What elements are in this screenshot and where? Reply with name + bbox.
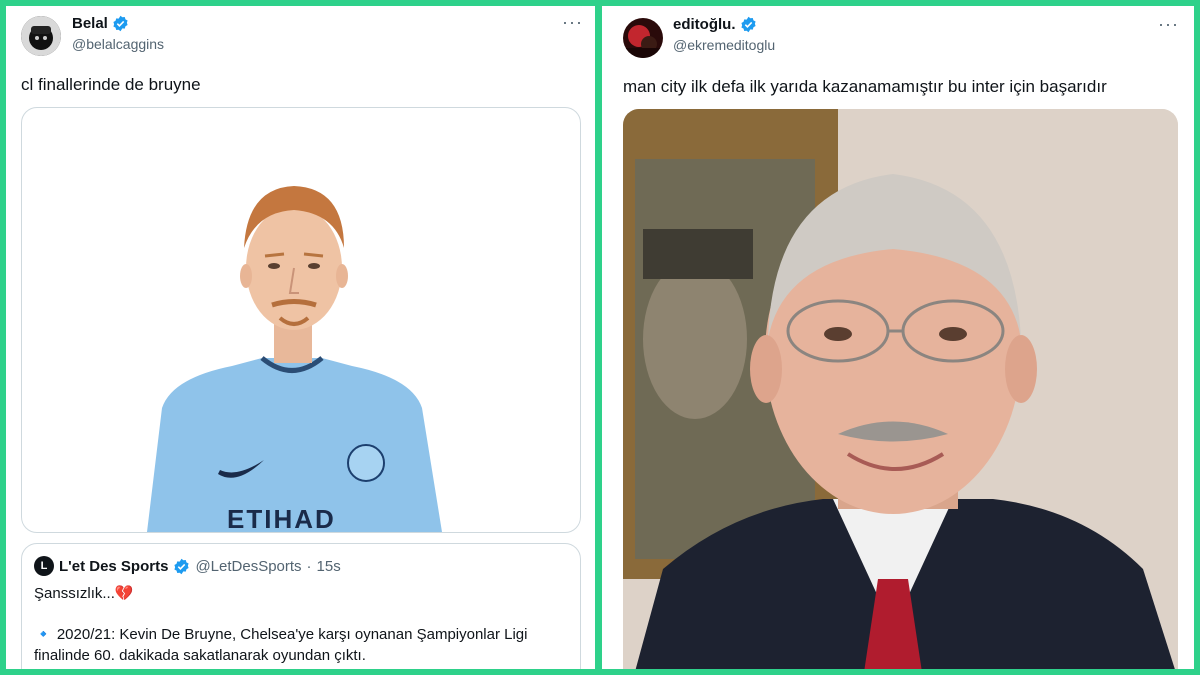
author-name[interactable]: Belal xyxy=(72,15,108,32)
author-row: editoğlu. xyxy=(673,16,757,33)
author-handle[interactable]: @belalcaggins xyxy=(72,36,164,52)
left-tweet: Belal @belalcaggins ··· cl finallerinde … xyxy=(6,6,595,669)
belal-avatar[interactable] xyxy=(21,16,61,56)
author-handle[interactable]: @ekremeditoglu xyxy=(673,37,775,53)
quoted-time[interactable]: 15s xyxy=(317,558,341,575)
politician-photo xyxy=(623,109,1178,669)
avatar-image xyxy=(21,16,61,56)
verified-badge-icon xyxy=(740,16,756,33)
tweet-text: cl finallerinde de bruyne xyxy=(21,75,201,94)
tweet-media[interactable]: ETIHAD xyxy=(21,107,581,533)
player-photo xyxy=(147,186,442,532)
more-options-button[interactable]: ··· xyxy=(1158,14,1179,35)
quoted-tweet[interactable]: L L'et Des Sports @LetDesSports · 15s Şa… xyxy=(21,543,581,669)
author-row: Belal xyxy=(72,15,129,32)
editoglu-avatar[interactable] xyxy=(623,18,663,58)
quoted-text-line-1: Şanssızlık...💔 xyxy=(34,585,134,602)
jersey-sponsor-text: ETIHAD xyxy=(227,504,336,533)
letdessports-logo-icon[interactable]: L xyxy=(34,556,54,576)
quoted-text-line-3: finalinde 60. dakikada sakatlanarak oyun… xyxy=(34,647,366,664)
quoted-author-handle[interactable]: @LetDesSports xyxy=(195,558,301,575)
separator-dot: · xyxy=(306,557,312,575)
quoted-text-line-2: 🔹 2020/21: Kevin De Bruyne, Chelsea'ye k… xyxy=(34,626,528,643)
verified-badge-icon xyxy=(174,558,190,574)
tweet-media[interactable] xyxy=(623,109,1178,669)
right-tweet: editoğlu. @ekremeditoglu ··· man city il… xyxy=(602,6,1194,669)
quoted-author-name[interactable]: L'et Des Sports xyxy=(59,558,168,575)
more-options-button[interactable]: ··· xyxy=(562,12,583,33)
verified-badge-icon xyxy=(113,15,128,32)
author-name[interactable]: editoğlu. xyxy=(673,16,736,33)
avatar-image xyxy=(623,18,663,58)
quoted-tweet-header: L L'et Des Sports @LetDesSports · 15s xyxy=(34,556,341,576)
tweet-text: man city ilk defa ilk yarıda kazanamamış… xyxy=(623,77,1107,96)
